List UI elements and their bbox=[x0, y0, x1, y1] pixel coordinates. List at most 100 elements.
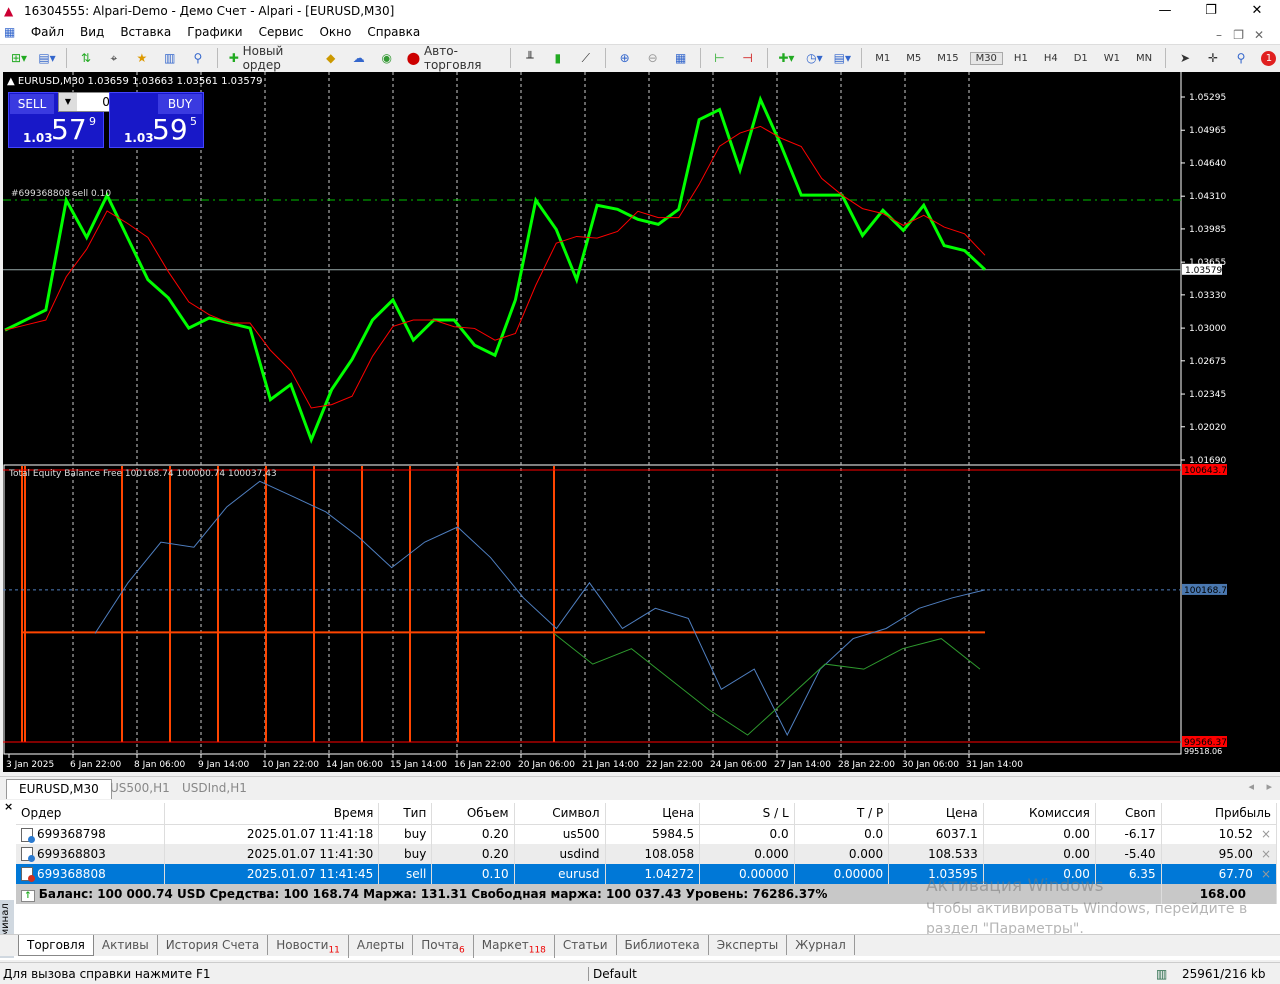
cell-value: 0.00 bbox=[1063, 827, 1090, 842]
auto-trading-button[interactable]: ⬤ Авто-торговля bbox=[404, 44, 502, 72]
terminal-tab[interactable]: Активы bbox=[94, 935, 158, 955]
bar-chart-icon[interactable]: ╨ bbox=[519, 47, 541, 69]
timeframe-h4[interactable]: H4 bbox=[1039, 53, 1063, 64]
terminal-close-icon[interactable]: × bbox=[4, 800, 13, 813]
mdi-close-button[interactable]: ✕ bbox=[1246, 25, 1272, 42]
chart-shift-icon[interactable]: ⊣ bbox=[737, 47, 759, 69]
candlestick-icon[interactable]: ▮ bbox=[547, 47, 569, 69]
table-cell: 0.00 bbox=[983, 844, 1096, 864]
table-cell: 5984.5 bbox=[605, 824, 701, 844]
strategy-tester-icon[interactable]: ⚲ bbox=[187, 47, 209, 69]
volume-down-button[interactable]: ▼ bbox=[59, 93, 77, 111]
new-order-button[interactable]: ✚ Новый ордер bbox=[226, 44, 314, 72]
templates-icon[interactable]: ▤▾ bbox=[831, 47, 853, 69]
terminal-icon[interactable]: ▥ bbox=[159, 47, 181, 69]
menu-help[interactable]: Справка bbox=[359, 22, 428, 39]
chart-tab-eurusd[interactable]: EURUSD,M30 bbox=[6, 779, 112, 799]
close-order-icon[interactable]: × bbox=[1253, 847, 1271, 861]
cell-value: usdind bbox=[559, 847, 600, 861]
menu-file[interactable]: Файл bbox=[23, 22, 72, 39]
zoom-in-icon[interactable]: ⊕ bbox=[614, 47, 636, 69]
cell-value: buy bbox=[403, 827, 427, 842]
column-header[interactable]: Символ bbox=[514, 803, 606, 825]
timeframe-m1[interactable]: M1 bbox=[870, 53, 895, 64]
terminal-tab[interactable]: Почта6 bbox=[413, 935, 474, 959]
subwindow-bottom-label: 99518.06 bbox=[1184, 747, 1222, 756]
order-row[interactable]: 699368798 2025.01.07 11:41:18 buy 0.20 us500… bbox=[16, 824, 1278, 844]
buy-button[interactable]: BUY 1.03 59 5 bbox=[109, 92, 204, 148]
close-button[interactable]: ✕ bbox=[1234, 0, 1280, 22]
zoom-out-icon[interactable]: ⊖ bbox=[642, 47, 664, 69]
tile-windows-icon[interactable]: ▦ bbox=[670, 47, 692, 69]
timeframe-m15[interactable]: M15 bbox=[932, 53, 963, 64]
chart-tab-usdind[interactable]: USDInd,H1 bbox=[170, 779, 259, 799]
new-chart-icon[interactable]: ⊞▾ bbox=[8, 47, 30, 69]
table-header: Ордер Время Тип Объем Символ Цена S / LT / P Це… bbox=[16, 803, 1278, 825]
menu-window[interactable]: Окно bbox=[311, 22, 359, 39]
column-header[interactable]: T / P bbox=[794, 803, 890, 825]
chart-window-icon[interactable]: ▦ bbox=[0, 22, 19, 42]
maximize-button[interactable]: ❐ bbox=[1188, 0, 1234, 22]
vps-icon[interactable]: ☁ bbox=[348, 47, 370, 69]
column-header[interactable]: Цена bbox=[888, 803, 984, 825]
column-header[interactable]: Тип bbox=[378, 803, 433, 825]
crosshair-icon[interactable]: ✛ bbox=[1202, 47, 1224, 69]
terminal-tab[interactable]: Статьи bbox=[555, 935, 617, 955]
timeframe-w1[interactable]: W1 bbox=[1099, 53, 1125, 64]
column-header[interactable]: Цена bbox=[605, 803, 701, 825]
y-tick-label: 1.03330 bbox=[1189, 291, 1226, 301]
close-order-icon[interactable]: × bbox=[1253, 827, 1271, 841]
timeframe-mn[interactable]: MN bbox=[1131, 53, 1157, 64]
notifications-button[interactable]: 1 bbox=[1258, 47, 1280, 69]
auto-scroll-icon[interactable]: ⊢ bbox=[709, 47, 731, 69]
periods-icon[interactable]: ◷▾ bbox=[803, 47, 825, 69]
terminal-tab[interactable]: Новости11 bbox=[268, 935, 349, 959]
scroll-right-icon[interactable]: ▸ bbox=[1266, 780, 1272, 793]
profiles-icon[interactable]: ▤▾ bbox=[36, 47, 58, 69]
cursor-icon[interactable]: ➤ bbox=[1174, 47, 1196, 69]
timeframe-m5[interactable]: M5 bbox=[901, 53, 926, 64]
table-cell: buy bbox=[378, 824, 433, 844]
x-tick-label: 16 Jan 22:00 bbox=[454, 760, 511, 770]
chart-canvas[interactable]: 3 Jan 2025 6 Jan 22:00 8 Jan 06:00 9 Jan 14… bbox=[3, 72, 1280, 772]
market-watch-icon[interactable]: ⇅ bbox=[75, 47, 97, 69]
terminal-tab[interactable]: Алерты bbox=[349, 935, 414, 955]
timeframe-m30[interactable]: M30 bbox=[969, 51, 1003, 65]
search-icon[interactable]: ⚲ bbox=[1230, 47, 1252, 69]
scroll-left-icon[interactable]: ◂ bbox=[1248, 780, 1254, 793]
terminal-tab[interactable]: Маркет118 bbox=[474, 935, 555, 959]
minimize-button[interactable]: — bbox=[1142, 0, 1188, 22]
timeframe-d1[interactable]: D1 bbox=[1069, 53, 1093, 64]
column-header[interactable]: Объем bbox=[431, 803, 515, 825]
terminal-tab[interactable]: Журнал bbox=[787, 935, 855, 955]
column-header[interactable]: Ордер bbox=[16, 803, 165, 825]
terminal-tab[interactable]: История Счета bbox=[158, 935, 269, 955]
cell-value: 0.00 bbox=[1063, 847, 1090, 861]
indicators-icon[interactable]: ✚▾ bbox=[775, 47, 797, 69]
order-row[interactable]: 699368803 2025.01.07 11:41:30 buy 0.20 usdin… bbox=[16, 844, 1278, 864]
buy-label: BUY bbox=[158, 94, 202, 114]
column-header[interactable]: Своп bbox=[1095, 803, 1162, 825]
timeframe-h1[interactable]: H1 bbox=[1009, 53, 1033, 64]
column-header[interactable]: Время bbox=[164, 803, 380, 825]
chart-window[interactable]: 3 Jan 2025 6 Jan 22:00 8 Jan 06:00 9 Jan 14… bbox=[3, 72, 1280, 772]
menu-view[interactable]: Вид bbox=[72, 22, 112, 39]
chart-ohlc: EURUSD,M30 1.03659 1.03663 1.03561 1.035… bbox=[17, 76, 263, 87]
line-chart-icon[interactable]: ⟋ bbox=[575, 47, 597, 69]
column-header[interactable]: S / L bbox=[699, 803, 795, 825]
table-cell: 6037.1 bbox=[888, 824, 984, 844]
windows-activation-title: Активация Windows bbox=[926, 876, 1104, 896]
close-order-icon[interactable]: × bbox=[1253, 867, 1271, 881]
menu-insert[interactable]: Вставка bbox=[112, 22, 179, 39]
menu-charts[interactable]: Графики bbox=[179, 22, 250, 39]
terminal-tab[interactable]: Торговля bbox=[18, 935, 94, 956]
column-header[interactable]: Прибыль bbox=[1161, 803, 1278, 825]
column-header[interactable]: Комиссия bbox=[983, 803, 1096, 825]
data-window-icon[interactable]: ⌖ bbox=[103, 47, 125, 69]
signals-icon[interactable]: ◉ bbox=[376, 47, 398, 69]
terminal-tab[interactable]: Библиотека bbox=[617, 935, 709, 955]
navigator-icon[interactable]: ★ bbox=[131, 47, 153, 69]
menu-tools[interactable]: Сервис bbox=[251, 22, 312, 39]
metaeditor-icon[interactable]: ◆ bbox=[320, 47, 342, 69]
terminal-tab[interactable]: Эксперты bbox=[709, 935, 788, 955]
